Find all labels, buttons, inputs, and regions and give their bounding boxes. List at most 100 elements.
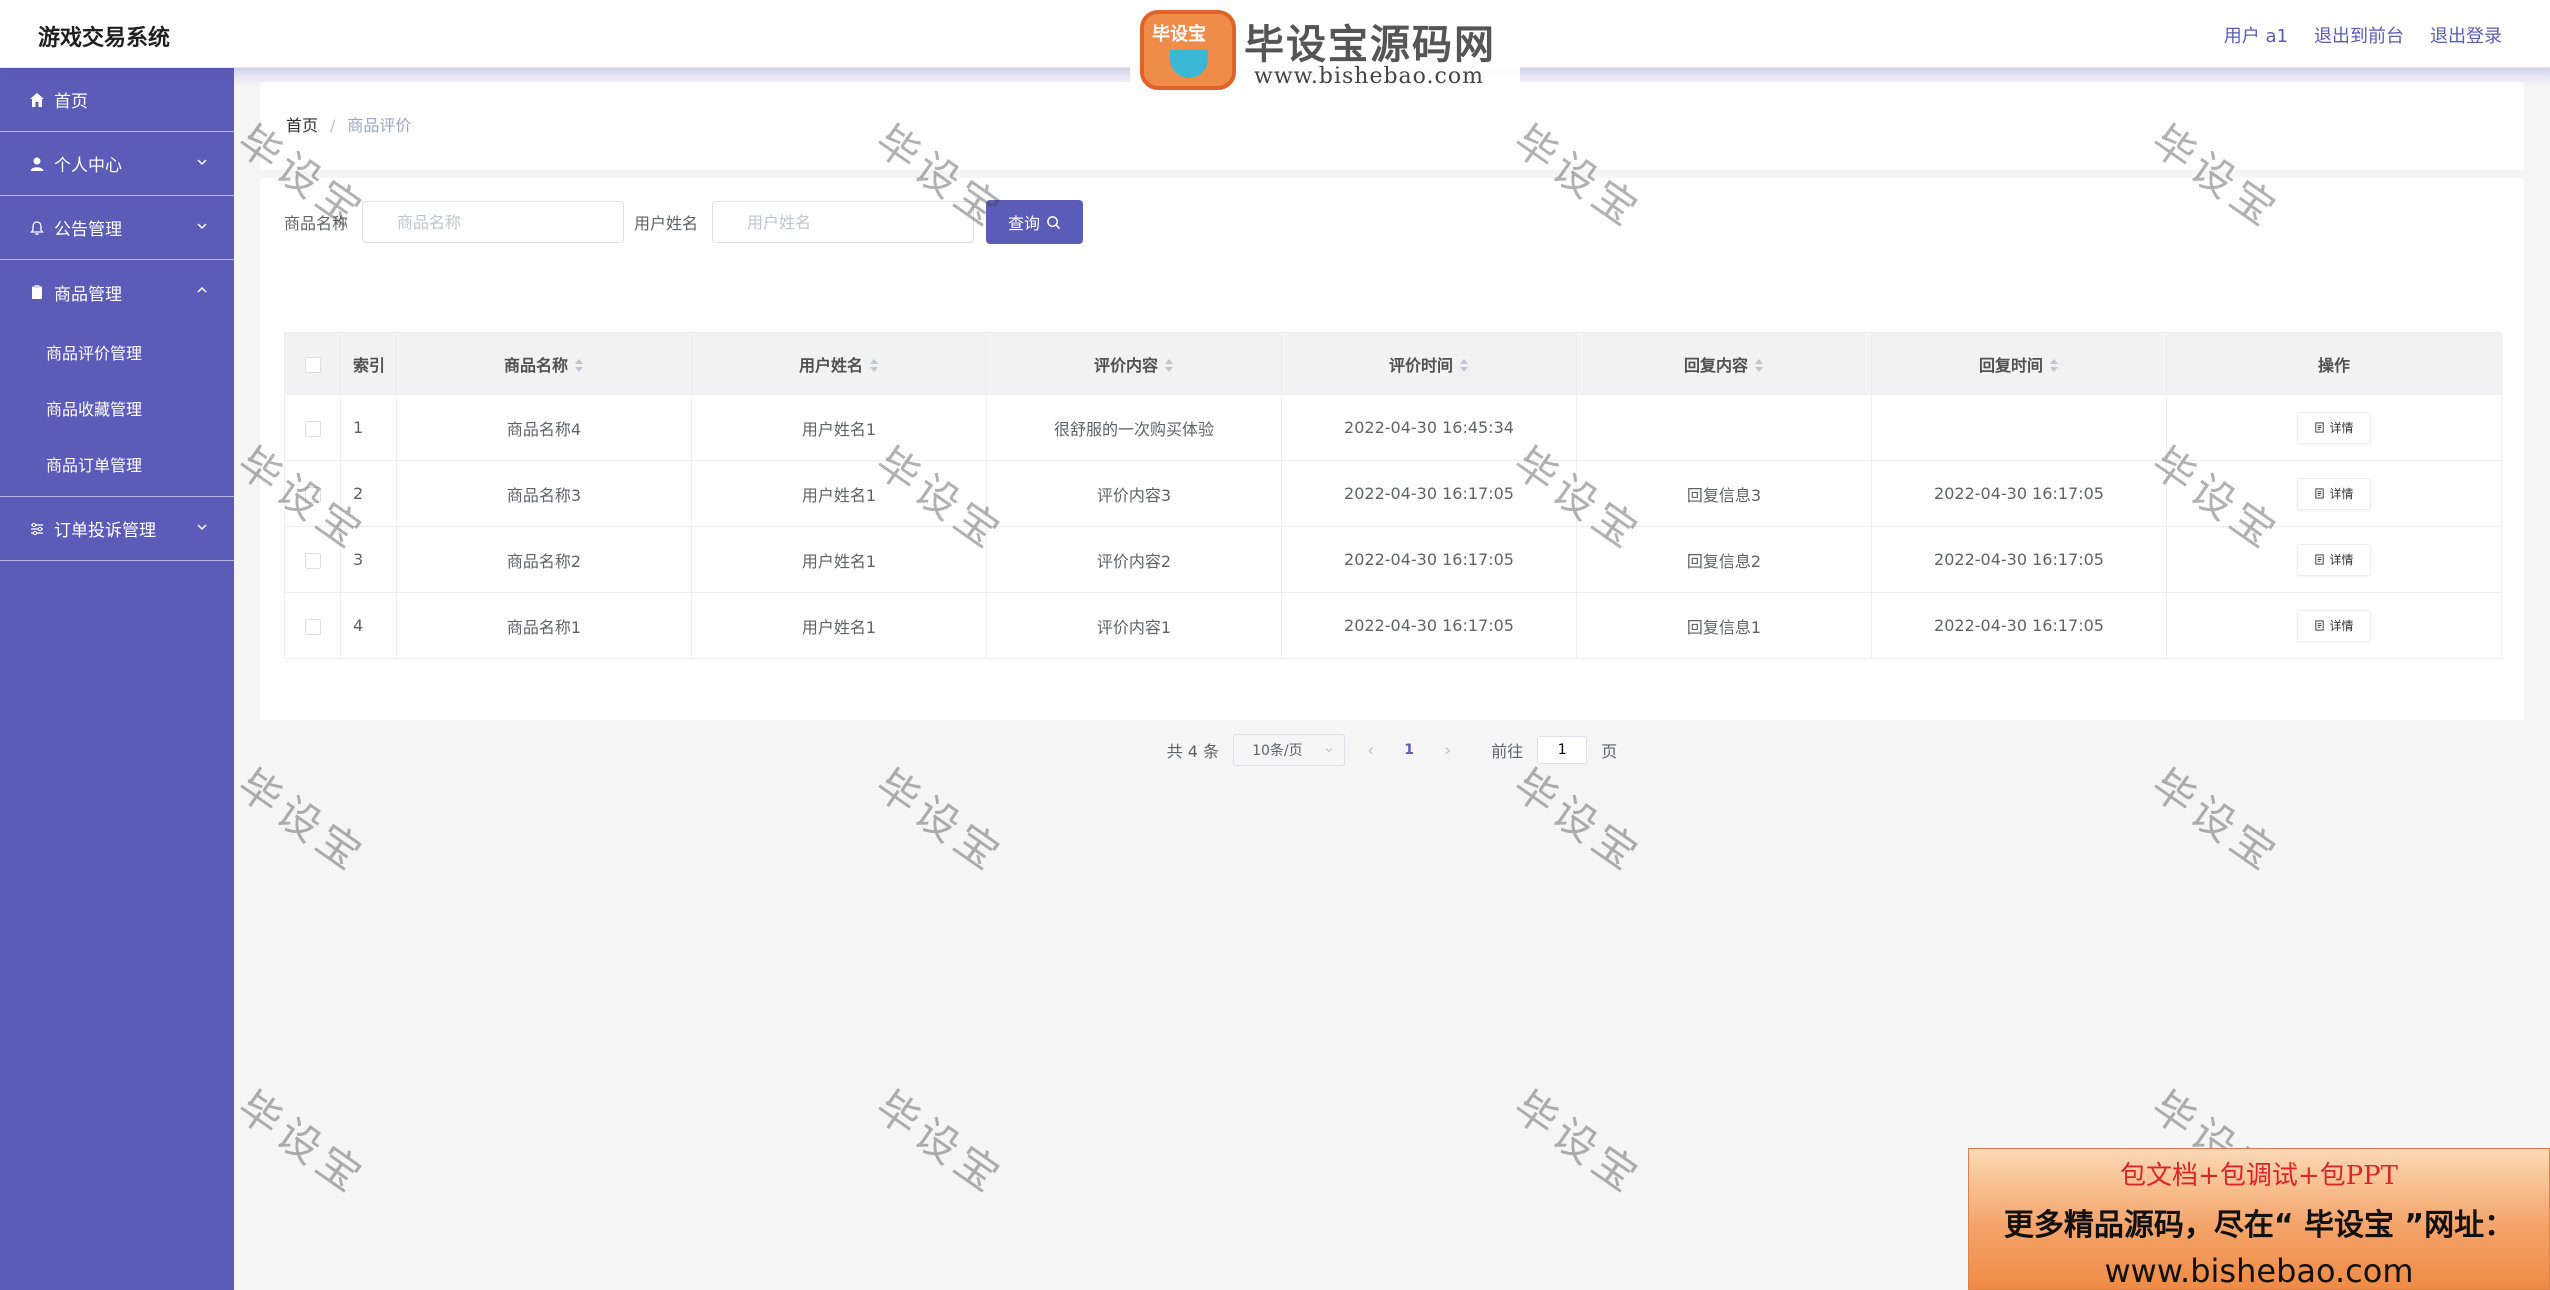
cell-reply-time: 2022-04-30 16:17:05 xyxy=(1871,526,2167,593)
cell-review-time: 2022-04-30 16:17:05 xyxy=(1281,460,1577,527)
col-goods-name[interactable]: 商品名称 xyxy=(396,332,692,395)
detail-button[interactable]: 详情 xyxy=(2297,543,2371,576)
cell-review-content: 评价内容3 xyxy=(986,460,1282,527)
cell-index: 2 xyxy=(340,460,397,527)
col-label: 操作 xyxy=(2317,355,2350,375)
user-name-input[interactable] xyxy=(712,201,975,243)
col-reply-time[interactable]: 回复时间 xyxy=(1871,332,2167,395)
clipboard-icon xyxy=(28,283,46,301)
cell-reply-content: 回复信息2 xyxy=(1576,526,1872,593)
detail-button[interactable]: 详情 xyxy=(2297,477,2371,510)
app-title: 游戏交易系统 xyxy=(38,26,171,51)
user-name-link[interactable]: 用户 a1 xyxy=(2224,22,2288,48)
sidebar-item-announcement[interactable]: 公告管理 xyxy=(0,196,234,260)
cell-actions: 详情 xyxy=(2166,526,2502,593)
sidebar-item-personal-center[interactable]: 个人中心 xyxy=(0,132,234,196)
sidebar-subitem-goods-favorite[interactable]: 商品收藏管理 xyxy=(0,380,234,436)
col-actions: 操作 xyxy=(2166,332,2502,395)
user-name-label: 用户姓名 xyxy=(634,214,699,233)
page-number-current[interactable]: 1 xyxy=(1396,742,1422,758)
reviews-table: 索引 商品名称 用户姓名 评价内容 评价时间 回复内容 回复时间 操作 1 商品… xyxy=(284,332,2502,659)
logo-mouth-shape xyxy=(1170,50,1208,78)
goods-name-input[interactable] xyxy=(362,201,625,243)
page-suffix: 页 xyxy=(1601,742,1618,761)
cell-reply-content xyxy=(1576,394,1872,461)
row-checkbox[interactable] xyxy=(304,552,321,569)
detail-button[interactable]: 详情 xyxy=(2297,609,2371,642)
table-row: 1 商品名称4 用户姓名1 很舒服的一次购买体验 2022-04-30 16:4… xyxy=(284,394,2502,461)
sliders-icon xyxy=(28,520,46,538)
logout-link[interactable]: 退出登录 xyxy=(2430,22,2502,48)
breadcrumb-home[interactable]: 首页 xyxy=(286,116,318,135)
sort-icon[interactable] xyxy=(869,359,879,373)
row-checkbox[interactable] xyxy=(304,420,321,437)
col-index: 索引 xyxy=(340,332,397,395)
cell-user-name: 用户姓名1 xyxy=(691,394,987,461)
prev-page-button[interactable]: ‹ xyxy=(1359,740,1382,761)
cell-actions: 详情 xyxy=(2166,460,2502,527)
back-to-front-link[interactable]: 退出到前台 xyxy=(2314,22,2404,48)
next-page-button[interactable]: › xyxy=(1436,740,1459,761)
sort-icon[interactable] xyxy=(574,359,584,373)
sidebar: 首页 个人中心 公告管理 商品管理 商品评价管理 商品收藏管理 商品订单管理 订… xyxy=(0,68,234,1290)
col-label: 评价内容 xyxy=(1093,355,1158,375)
logo-title: 毕设宝源码网 xyxy=(1244,22,1496,68)
cell-review-time: 2022-04-30 16:17:05 xyxy=(1281,592,1577,659)
cell-index: 1 xyxy=(340,394,397,461)
ad-line-1: 包文档+包调试+包PPT xyxy=(2120,1161,2398,1191)
table-row: 4 商品名称1 用户姓名1 评价内容1 2022-04-30 16:17:05 … xyxy=(284,592,2502,659)
goto-page-input[interactable] xyxy=(1537,736,1588,764)
row-select-cell xyxy=(284,460,341,527)
bell-icon xyxy=(28,219,46,237)
table-header-row: 索引 商品名称 用户姓名 评价内容 评价时间 回复内容 回复时间 操作 xyxy=(284,332,2502,395)
detail-button-label: 详情 xyxy=(2329,487,2354,501)
chevron-down-icon xyxy=(197,524,207,531)
sidebar-subitem-goods-order[interactable]: 商品订单管理 xyxy=(0,436,234,492)
col-review-content[interactable]: 评价内容 xyxy=(986,332,1282,395)
row-select-cell xyxy=(284,526,341,593)
sort-icon[interactable] xyxy=(1459,359,1469,373)
sort-icon[interactable] xyxy=(2049,359,2059,373)
sidebar-item-label: 商品管理 xyxy=(54,284,122,305)
select-all-checkbox[interactable] xyxy=(304,356,321,373)
row-checkbox[interactable] xyxy=(304,486,321,503)
main-content: 首页 / 商品评价 商品名称 用户姓名 查询 索引 商品名称 用户姓名 评价内容 评… xyxy=(234,68,2550,1290)
col-label: 评价时间 xyxy=(1388,355,1453,375)
pagination-total: 共 4 条 xyxy=(1166,742,1220,761)
chevron-down-icon xyxy=(197,223,207,230)
search-icon xyxy=(1047,215,1061,229)
ad-line-3: www.bishebao.com xyxy=(2104,1252,2414,1290)
page-size-select[interactable]: 10条/页 xyxy=(1233,734,1346,766)
logo-badge-text: 毕设宝 xyxy=(1152,24,1206,45)
detail-button-label: 详情 xyxy=(2329,553,2354,567)
sidebar-subitem-goods-review[interactable]: 商品评价管理 xyxy=(0,324,234,380)
cell-user-name: 用户姓名1 xyxy=(691,460,987,527)
sidebar-item-complaint[interactable]: 订单投诉管理 xyxy=(0,497,234,561)
row-select-cell xyxy=(284,394,341,461)
goods-submenu: 商品评价管理 商品收藏管理 商品订单管理 xyxy=(0,324,234,497)
col-user-name[interactable]: 用户姓名 xyxy=(691,332,987,395)
page-size-value: 10条/页 xyxy=(1252,743,1303,759)
cell-actions: 详情 xyxy=(2166,592,2502,659)
search-form: 商品名称 用户姓名 查询 xyxy=(284,200,1084,244)
sidebar-item-goods[interactable]: 商品管理 xyxy=(0,260,234,324)
sort-icon[interactable] xyxy=(1164,359,1174,373)
sidebar-item-label: 首页 xyxy=(54,92,88,112)
ad-line-2: 更多精品源码，尽在“ 毕设宝 ”网址： xyxy=(2003,1208,2515,1243)
col-reply-content[interactable]: 回复内容 xyxy=(1576,332,1872,395)
sidebar-item-label: 公告管理 xyxy=(54,220,122,240)
cell-review-time: 2022-04-30 16:45:34 xyxy=(1281,394,1577,461)
sort-icon[interactable] xyxy=(1754,359,1764,373)
cell-user-name: 用户姓名1 xyxy=(691,526,987,593)
sidebar-item-home[interactable]: 首页 xyxy=(0,68,234,132)
cell-goods-name: 商品名称2 xyxy=(396,526,692,593)
cell-goods-name: 商品名称1 xyxy=(396,592,692,659)
query-button-label: 查询 xyxy=(1008,214,1041,233)
document-icon xyxy=(2315,488,2325,499)
query-button[interactable]: 查询 xyxy=(986,200,1084,244)
col-review-time[interactable]: 评价时间 xyxy=(1281,332,1577,395)
chevron-down-icon xyxy=(1325,748,1333,753)
detail-button[interactable]: 详情 xyxy=(2297,411,2371,444)
cell-index: 3 xyxy=(340,526,397,593)
row-checkbox[interactable] xyxy=(304,618,321,635)
